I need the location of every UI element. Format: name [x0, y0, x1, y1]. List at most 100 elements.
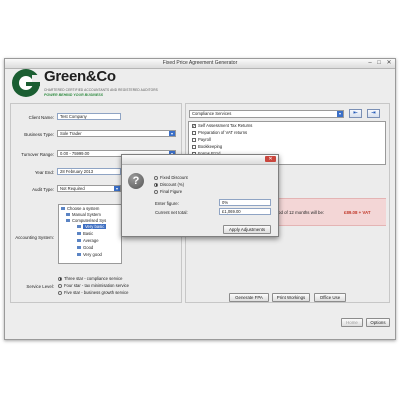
folder-icon [66, 219, 70, 223]
service-level-option-label: Four star - tax minimisation service [64, 283, 129, 288]
close-icon[interactable]: ✕ [265, 156, 276, 162]
radio-icon [58, 283, 62, 288]
checkbox-icon [192, 130, 196, 135]
tree-item-label: Basic [83, 231, 94, 236]
service-level-label: Service Level: [26, 284, 54, 289]
current-net-total-field: £1,069.00 [219, 208, 271, 215]
discount-option[interactable]: Final Figure [154, 189, 182, 194]
service-level-option[interactable]: Four star - tax minimisation service [58, 283, 129, 288]
discount-dialog: ✕ ? Fixed Discount Discount (%) Final Fi… [121, 154, 279, 237]
home-button[interactable]: Home [341, 318, 363, 327]
question-icon: ? [128, 173, 144, 189]
year-end-field[interactable]: 28 February 2013 [57, 168, 121, 175]
turnover-range-label: Turnover Range: [21, 152, 54, 157]
print-workings-button[interactable]: Print Workings [272, 293, 310, 302]
service-checkbox[interactable]: Self Assessment Tax Returns [192, 123, 252, 128]
client-name-field[interactable]: Test Company [57, 113, 121, 120]
business-type-value: Sole Trader [60, 131, 82, 136]
service-checkbox[interactable]: Preparation of VAT returns [192, 130, 247, 135]
brand-tagline: POWER BEHIND YOUR BUSINESS [44, 93, 104, 97]
window-title: Fixed Price Agreement Generator [162, 60, 238, 66]
audit-type-label: Audit Type: [32, 187, 54, 192]
chevron-down-icon: ▾ [114, 186, 120, 191]
checkbox-icon [192, 144, 196, 149]
radio-icon [154, 175, 158, 180]
folder-icon [66, 213, 70, 217]
next-category-button[interactable]: ⇥ [367, 109, 380, 118]
service-category-value: Compliance Services [192, 111, 232, 116]
year-end-label: Year End: [34, 170, 54, 175]
radio-selected-icon [58, 276, 62, 281]
accounting-system-tree[interactable]: Choose a system Manual System Computeris… [58, 204, 122, 264]
tree-item-basic[interactable]: Basic [77, 231, 93, 236]
business-type-select[interactable]: Sole Trader ▾ [57, 130, 176, 137]
tree-item-label: Very good [83, 252, 102, 257]
current-net-total-label: Current net total: [155, 210, 188, 215]
discount-option-label: Final Figure [160, 189, 183, 194]
audit-type-select[interactable]: Not Required ▾ [57, 185, 121, 192]
accounting-system-label: Accounting System: [15, 235, 54, 240]
discount-option-label: Fixed Discount [160, 175, 188, 180]
tree-item-label: Computerised Sys [72, 218, 107, 223]
brand-subtitle: CHARTERED CERTIFIED ACCOUNTANTS AND REGI… [44, 88, 158, 92]
service-level-option-label: Three star - compliance service [64, 276, 123, 281]
leaf-icon [77, 253, 81, 257]
service-checkbox-label: Bookkeeping [198, 144, 223, 149]
turnover-range-value: 0.00 - 75999.00 [60, 151, 90, 156]
tree-item-root[interactable]: Choose a system [61, 206, 99, 211]
checkbox-checked-icon [192, 123, 196, 128]
service-checkbox[interactable]: Bookkeeping [192, 144, 222, 149]
client-name-label: Client Name: [28, 115, 54, 120]
tree-item-label: Good [83, 245, 94, 250]
leaf-icon [77, 225, 81, 229]
leaf-icon [77, 232, 81, 236]
arrow-left-icon: ⇤ [353, 110, 358, 116]
folder-icon [61, 207, 65, 211]
logo-mark-icon [12, 69, 41, 97]
minimize-icon[interactable]: – [366, 60, 374, 66]
tree-item-manual[interactable]: Manual System [66, 212, 101, 217]
tree-item-good[interactable]: Good [77, 245, 93, 250]
service-level-option[interactable]: Three star - compliance service [58, 276, 122, 281]
leaf-icon [77, 239, 81, 243]
tree-item-very-good[interactable]: Very good [77, 252, 102, 257]
service-category-select[interactable]: Compliance Services ▾ [189, 110, 344, 118]
tree-item-computerised[interactable]: Computerised Sys [66, 218, 106, 223]
maximize-icon[interactable]: □ [375, 60, 383, 66]
service-checkbox-label: Self Assessment Tax Returns [198, 123, 253, 128]
brand-name: Green&Co [44, 68, 116, 85]
close-icon[interactable]: ✕ [385, 60, 393, 66]
tree-item-label: Average [83, 238, 99, 243]
options-button[interactable]: Options [366, 318, 390, 327]
tree-item-label: Choose a system [67, 206, 100, 211]
previous-category-button[interactable]: ⇤ [349, 109, 362, 118]
checkbox-icon [192, 137, 196, 142]
leaf-icon [77, 246, 81, 250]
price-amount: £89.08 + VAT [344, 210, 371, 215]
generate-fpa-button[interactable]: Generate FPA [229, 293, 269, 302]
tree-item-very-basic[interactable]: Very basic [77, 224, 107, 229]
radio-icon [58, 290, 62, 295]
audit-type-value: Not Required [60, 186, 85, 191]
chevron-down-icon: ▾ [169, 131, 175, 136]
company-logo: Green&Co CHARTERED CERTIFIED ACCOUNTANTS… [10, 68, 180, 108]
dialog-titlebar: ✕ [122, 155, 278, 165]
enter-figure-label: Enter figure: [155, 201, 179, 206]
service-level-option[interactable]: Five star - business growth service [58, 290, 128, 295]
enter-figure-field[interactable]: 0% [219, 199, 271, 206]
service-checkbox-label: Preparation of VAT returns [198, 130, 248, 135]
apply-adjustments-button[interactable]: Apply Adjustments [223, 225, 271, 234]
tree-item-average[interactable]: Average [77, 238, 99, 243]
office-use-button[interactable]: Office Use [314, 293, 346, 302]
radio-selected-icon [154, 182, 158, 187]
discount-option-label: Discount (%) [160, 182, 184, 187]
business-type-label: Business Type: [24, 132, 54, 137]
service-level-option-label: Five star - business growth service [64, 290, 129, 295]
service-checkbox[interactable]: Payroll [192, 137, 211, 142]
tree-item-label: Manual System [72, 212, 101, 217]
discount-option[interactable]: Discount (%) [154, 182, 184, 187]
radio-icon [154, 189, 158, 194]
service-checkbox-label: Payroll [198, 137, 211, 142]
discount-option[interactable]: Fixed Discount [154, 175, 188, 180]
chevron-down-icon: ▾ [337, 111, 343, 117]
